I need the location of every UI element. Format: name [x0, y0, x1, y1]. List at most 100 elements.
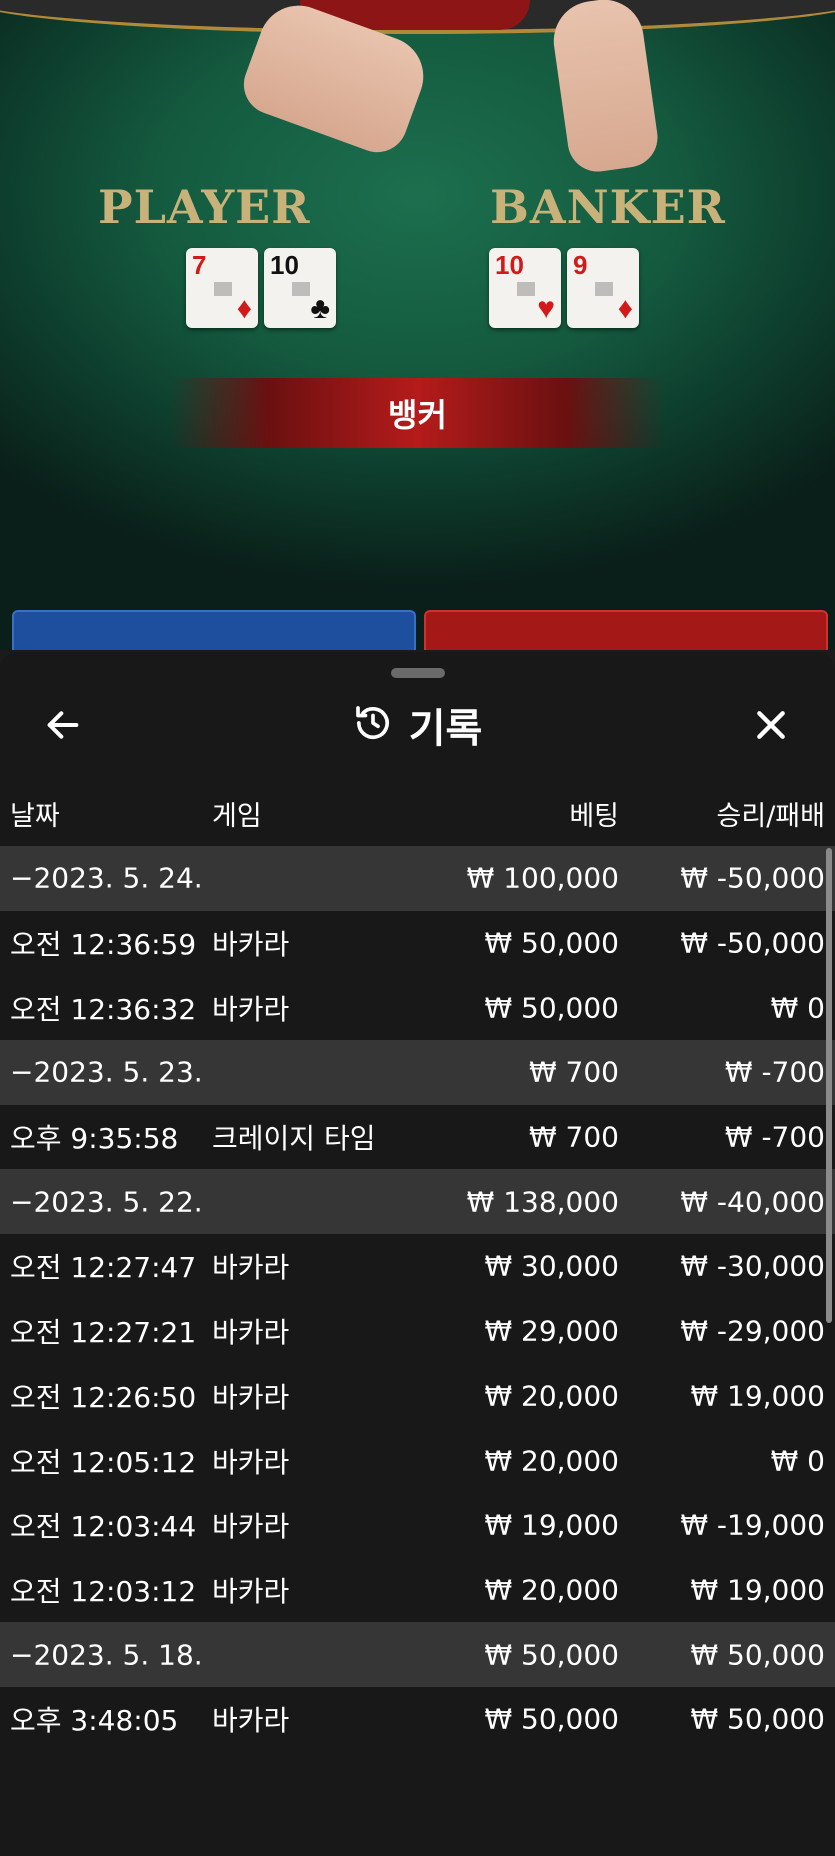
row-date: 오후 9:35:58 [10, 1122, 179, 1156]
row-bet: ₩ 20,000 [484, 1573, 619, 1607]
row-result: ₩ 50,000 [690, 1702, 825, 1736]
history-row[interactable]: 오전 12:03:12 바카라 ₩ 20,000 ₩ 19,000 [0, 1558, 835, 1623]
history-row[interactable]: 오전 12:03:44 바카라 ₩ 19,000 ₩ -19,000 [0, 1493, 835, 1558]
row-game: 바카라 [212, 1445, 290, 1479]
arrow-left-icon [47, 711, 79, 739]
row-game: 바카라 [212, 992, 290, 1026]
row-date: 오전 12:36:59 [10, 928, 197, 962]
card-suit: ♥ [537, 292, 555, 325]
player-bet-strip [12, 610, 416, 650]
banker-zone-label: BANKER [490, 180, 726, 234]
history-row[interactable]: 오전 12:36:59 바카라 ₩ 50,000 ₩ -50,000 [0, 911, 835, 976]
row-bet: ₩ 700 [528, 1055, 619, 1089]
row-date: −2023. 5. 23. [10, 1055, 203, 1089]
scrollbar[interactable] [826, 848, 832, 1323]
row-bet: ₩ 20,000 [484, 1379, 619, 1413]
row-result: ₩ -19,000 [680, 1508, 825, 1542]
row-game: 바카라 [212, 1704, 290, 1738]
row-bet: ₩ 20,000 [484, 1444, 619, 1478]
history-column-header: 날짜 게임 베팅 승리/패배 [0, 794, 835, 832]
history-row[interactable]: 오전 12:05:12 바카라 ₩ 20,000 ₩ 0 [0, 1428, 835, 1493]
row-result: ₩ 0 [770, 1444, 825, 1478]
history-row[interactable]: 오후 3:48:05 바카라 ₩ 50,000 ₩ 50,000 [0, 1687, 835, 1752]
row-result: ₩ 0 [770, 991, 825, 1025]
row-date: −2023. 5. 18. [10, 1638, 203, 1672]
page-title: 기록 [408, 706, 483, 752]
card-rank: 9 [573, 250, 588, 280]
row-bet: ₩ 50,000 [484, 991, 619, 1025]
history-row[interactable]: 오전 12:27:21 바카라 ₩ 29,000 ₩ -29,000 [0, 1299, 835, 1364]
history-row[interactable]: 오후 9:35:58 크레이지 타임 ₩ 700 ₩ -700 [0, 1105, 835, 1170]
playing-card: 10 ♥ [489, 248, 561, 328]
row-date: 오전 12:03:12 [10, 1574, 197, 1608]
close-button[interactable] [748, 702, 794, 748]
row-date: 오전 12:36:32 [10, 992, 197, 1026]
row-game: 바카라 [212, 1510, 290, 1544]
playing-card: 7 ♦ [186, 248, 258, 328]
row-date: 오전 12:26:50 [10, 1380, 197, 1414]
card-center-pip [214, 282, 232, 296]
row-bet: ₩ 50,000 [484, 1702, 619, 1736]
row-bet: ₩ 700 [528, 1120, 619, 1154]
card-suit: ♣ [310, 292, 330, 325]
row-date: 오후 3:48:05 [10, 1704, 179, 1738]
row-bet: ₩ 50,000 [484, 926, 619, 960]
column-result: 승리/패배 [716, 801, 825, 832]
date-group-row[interactable]: −2023. 5. 18. ₩ 50,000 ₩ 50,000 [0, 1622, 835, 1687]
row-date: 오전 12:03:44 [10, 1510, 197, 1544]
card-rank: 10 [270, 250, 299, 280]
live-video-area: PLAYER BANKER 7 ♦ 10 ♣ 10 ♥ 9 ♦ 뱅커 [0, 0, 835, 650]
history-sheet: 기록 날짜 게임 베팅 승리/패배 −2023. 5. 24. ₩ 100,000… [0, 652, 835, 1856]
card-center-pip [595, 282, 613, 296]
row-bet: ₩ 29,000 [484, 1314, 619, 1348]
row-bet: ₩ 138,000 [466, 1185, 619, 1219]
sheet-header: 기록 [0, 702, 835, 752]
row-result: ₩ 50,000 [690, 1638, 825, 1672]
round-result-banner: 뱅커 [170, 378, 665, 448]
playing-card: 10 ♣ [264, 248, 336, 328]
column-date: 날짜 [10, 801, 60, 832]
card-suit: ♦ [236, 292, 252, 325]
history-row[interactable]: 오전 12:36:32 바카라 ₩ 50,000 ₩ 0 [0, 975, 835, 1040]
playing-card: 9 ♦ [567, 248, 639, 328]
row-game: 바카라 [212, 928, 290, 962]
history-icon [353, 703, 393, 747]
row-result: ₩ -30,000 [680, 1249, 825, 1283]
row-game: 크레이지 타임 [212, 1122, 376, 1156]
history-row[interactable]: 오전 12:26:50 바카라 ₩ 20,000 ₩ 19,000 [0, 1364, 835, 1429]
row-game: 바카라 [212, 1316, 290, 1350]
row-bet: ₩ 50,000 [484, 1638, 619, 1672]
row-game: 바카라 [212, 1380, 290, 1414]
sheet-drag-handle[interactable] [391, 668, 445, 678]
column-bet: 베팅 [569, 801, 619, 832]
banker-bet-strip [424, 610, 828, 650]
row-date: 오전 12:05:12 [10, 1445, 197, 1479]
row-date: 오전 12:27:47 [10, 1251, 197, 1285]
card-suit: ♦ [617, 292, 633, 325]
row-result: ₩ 19,000 [690, 1379, 825, 1413]
row-result: ₩ -29,000 [680, 1314, 825, 1348]
row-result: ₩ -40,000 [680, 1185, 825, 1219]
row-date: 오전 12:27:21 [10, 1316, 197, 1350]
row-result: ₩ -700 [724, 1120, 825, 1154]
close-icon [757, 711, 785, 739]
row-bet: ₩ 30,000 [484, 1249, 619, 1283]
row-game: 바카라 [212, 1574, 290, 1608]
row-date: −2023. 5. 22. [10, 1185, 203, 1219]
date-group-row[interactable]: −2023. 5. 23. ₩ 700 ₩ -700 [0, 1040, 835, 1105]
date-group-row[interactable]: −2023. 5. 22. ₩ 138,000 ₩ -40,000 [0, 1169, 835, 1235]
row-result: ₩ -50,000 [680, 861, 825, 895]
column-game: 게임 [212, 801, 262, 832]
row-bet: ₩ 19,000 [484, 1508, 619, 1542]
back-button[interactable] [40, 702, 86, 748]
row-game: 바카라 [212, 1251, 290, 1285]
card-center-pip [292, 282, 310, 296]
card-center-pip [517, 282, 535, 296]
row-result: ₩ -700 [724, 1055, 825, 1089]
history-list[interactable]: −2023. 5. 24. ₩ 100,000 ₩ -50,000 오전 12:36:… [0, 846, 835, 1752]
history-row[interactable]: 오전 12:27:47 바카라 ₩ 30,000 ₩ -30,000 [0, 1234, 835, 1299]
row-result: ₩ -50,000 [680, 926, 825, 960]
date-group-row[interactable]: −2023. 5. 24. ₩ 100,000 ₩ -50,000 [0, 846, 835, 911]
card-rank: 7 [192, 250, 207, 280]
row-date: −2023. 5. 24. [10, 861, 203, 895]
